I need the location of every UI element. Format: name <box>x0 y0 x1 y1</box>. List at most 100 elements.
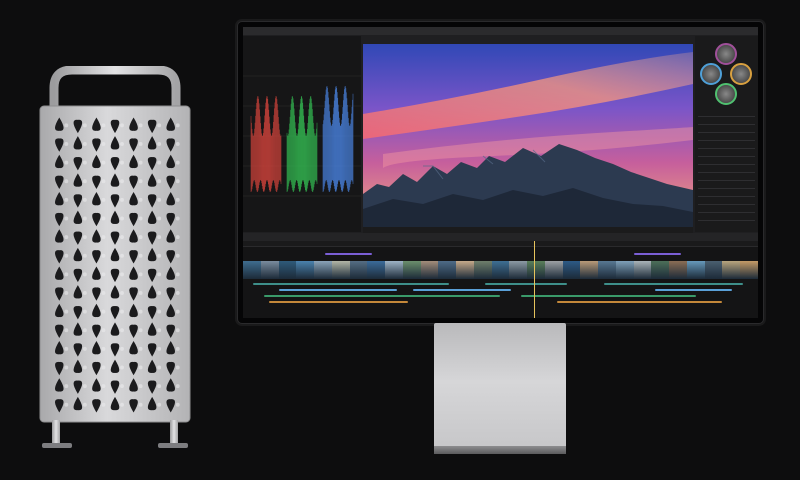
primary-storyline[interactable] <box>243 261 758 279</box>
timeline-clip-thumbnail[interactable] <box>331 261 351 279</box>
grille-highlight <box>101 309 106 314</box>
inspector-row[interactable] <box>698 132 755 133</box>
mac-pro-tower <box>36 66 194 452</box>
inspector-row[interactable] <box>698 140 755 141</box>
grille-highlight <box>120 179 124 184</box>
grille-highlight <box>120 365 124 370</box>
timeline-clip-thumbnail[interactable] <box>598 261 617 279</box>
timeline-clip-thumbnail[interactable] <box>615 261 635 279</box>
video-viewer[interactable] <box>363 44 693 227</box>
timeline-clip-thumbnail[interactable] <box>704 261 724 279</box>
timeline-clip-thumbnail[interactable] <box>438 261 458 279</box>
waveform-scope <box>243 75 361 197</box>
grille-highlight <box>175 235 180 240</box>
grille-highlight <box>120 253 124 258</box>
timeline-clip[interactable] <box>263 295 501 297</box>
viewer-title <box>363 36 693 44</box>
timeline-clip-thumbnail[interactable] <box>349 261 369 279</box>
timeline-clip[interactable] <box>634 253 681 255</box>
grille-highlight <box>64 328 69 333</box>
inspector-row[interactable] <box>698 188 755 189</box>
timeline-clip[interactable] <box>521 295 697 297</box>
grille-highlight <box>82 179 87 184</box>
timeline-clip-thumbnail[interactable] <box>491 261 511 279</box>
timeline-clip[interactable] <box>655 289 733 291</box>
inspector-row[interactable] <box>698 204 755 205</box>
grille-highlight <box>138 141 143 146</box>
timeline-clip-thumbnail[interactable] <box>651 261 671 279</box>
mac-pro-tower-illustration <box>39 66 191 448</box>
timeline-clip[interactable] <box>279 289 398 291</box>
grille-highlight <box>175 160 180 165</box>
timeline-clip[interactable] <box>557 301 722 303</box>
timeline-clip-thumbnail[interactable] <box>296 261 316 279</box>
inspector-row[interactable] <box>698 180 755 181</box>
timeline-clip-thumbnail[interactable] <box>243 261 262 279</box>
grille-highlight <box>157 309 162 314</box>
timeline-clip-thumbnail[interactable] <box>722 261 742 279</box>
grille-highlight <box>82 272 87 277</box>
timeline-clip-thumbnail[interactable] <box>278 261 298 279</box>
timeline[interactable] <box>243 233 758 318</box>
grille-highlight <box>64 235 69 240</box>
grille-highlight <box>138 253 143 258</box>
timeline-clip[interactable] <box>603 283 743 285</box>
grille-highlight <box>120 309 124 314</box>
grille-highlight <box>175 328 180 333</box>
grille-highlight <box>82 160 87 165</box>
timeline-clip-thumbnail[interactable] <box>260 261 280 279</box>
timeline-clip-thumbnail[interactable] <box>456 261 475 279</box>
timeline-clip-thumbnail[interactable] <box>367 261 387 279</box>
grille-highlight <box>101 384 106 389</box>
inspector-row[interactable] <box>698 172 755 173</box>
inspector-row[interactable] <box>698 220 755 221</box>
timeline-clip[interactable] <box>253 283 449 285</box>
grille-highlight <box>175 216 180 221</box>
inspector-row[interactable] <box>698 156 755 157</box>
timeline-clip-thumbnail[interactable] <box>740 261 758 279</box>
color-wheels[interactable] <box>695 36 758 106</box>
timeline-clip[interactable] <box>268 301 408 303</box>
timeline-clip-thumbnail[interactable] <box>509 261 529 279</box>
inspector-row[interactable] <box>698 212 755 213</box>
inspector-row[interactable] <box>698 148 755 149</box>
timeline-clip-thumbnail[interactable] <box>420 261 440 279</box>
timeline-clip-thumbnail[interactable] <box>314 261 333 279</box>
grille-highlight <box>64 290 69 295</box>
grille-highlight <box>157 216 162 221</box>
grille-highlight <box>82 197 87 202</box>
timeline-clip-thumbnail[interactable] <box>633 261 653 279</box>
grille-highlight <box>120 290 124 295</box>
timeline-clip-thumbnail[interactable] <box>402 261 422 279</box>
timeline-clip-thumbnail[interactable] <box>562 261 582 279</box>
grille-highlight <box>64 272 69 277</box>
grille-highlight <box>120 141 124 146</box>
timeline-clip-thumbnail[interactable] <box>669 261 688 279</box>
inspector-row[interactable] <box>698 124 755 125</box>
timeline-clip-thumbnail[interactable] <box>544 261 564 279</box>
timeline-ruler[interactable] <box>243 241 758 247</box>
playhead[interactable] <box>534 241 535 318</box>
grille-highlight <box>64 141 69 146</box>
grille-highlight <box>82 235 87 240</box>
grille-highlight <box>120 235 124 240</box>
left-foot <box>52 420 60 444</box>
timeline-clip-thumbnail[interactable] <box>527 261 546 279</box>
inspector-row[interactable] <box>698 116 755 117</box>
timeline-clip-thumbnail[interactable] <box>580 261 600 279</box>
timeline-clip[interactable] <box>412 289 511 291</box>
grille-highlight <box>175 309 180 314</box>
timeline-clip[interactable] <box>325 253 372 255</box>
inspector-row[interactable] <box>698 164 755 165</box>
timeline-clip-thumbnail[interactable] <box>686 261 706 279</box>
timeline-clip[interactable] <box>485 283 568 285</box>
grille-highlight <box>101 272 106 277</box>
timeline-clip-thumbnail[interactable] <box>473 261 493 279</box>
grille-highlight <box>120 346 124 351</box>
grille-highlight <box>175 179 180 184</box>
grille-highlight <box>120 384 124 389</box>
rgb-parade-scope <box>243 36 361 232</box>
grille-highlight <box>138 235 143 240</box>
inspector-row[interactable] <box>698 196 755 197</box>
timeline-clip-thumbnail[interactable] <box>385 261 404 279</box>
